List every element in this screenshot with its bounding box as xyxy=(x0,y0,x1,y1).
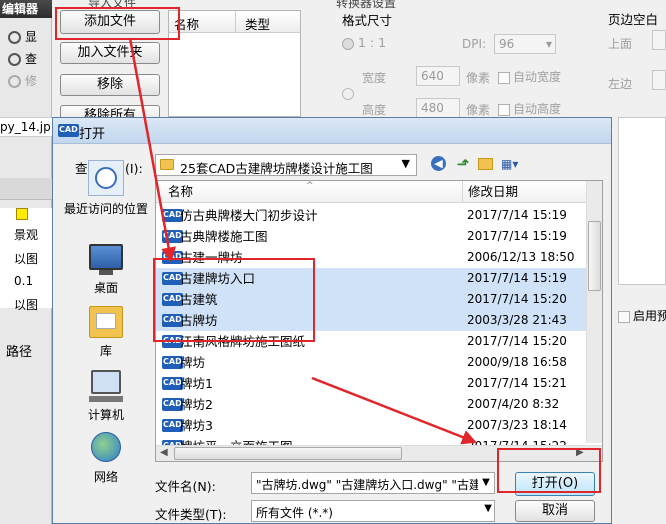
annotation-box-open-button xyxy=(497,448,601,493)
annotation-arrow xyxy=(128,37,177,263)
annotation-box-add-file xyxy=(55,7,180,40)
annotation-box-selected-files xyxy=(153,258,315,342)
annotation-arrow xyxy=(311,376,477,445)
annotation-layer xyxy=(128,37,477,445)
